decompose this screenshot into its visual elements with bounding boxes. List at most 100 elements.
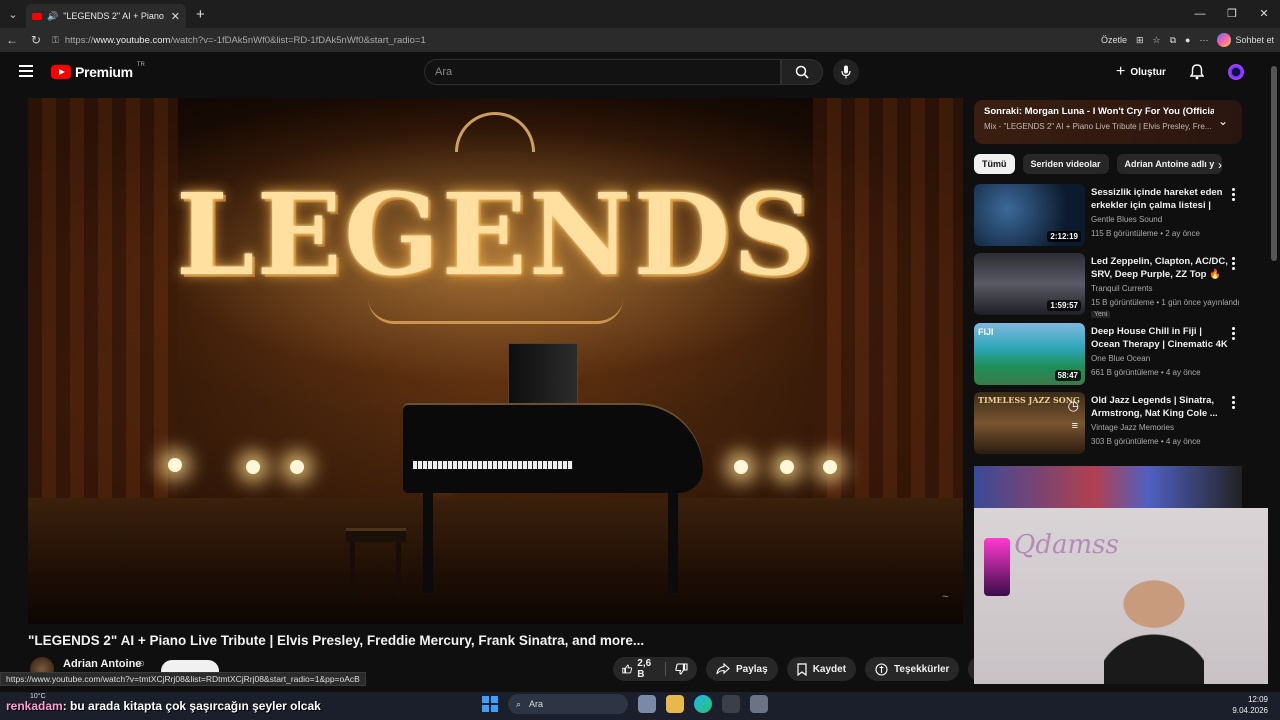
more-options-icon[interactable]	[1232, 396, 1236, 411]
settings-icon[interactable]	[750, 695, 768, 713]
video-thumbnail[interactable]: TIMELESS JAZZ SONG ◷ ≡	[974, 392, 1085, 454]
youtube-favicon-icon	[32, 12, 42, 20]
chip-series[interactable]: Seriden videolar	[1022, 154, 1109, 174]
recommendation-channel[interactable]: One Blue Ocean	[1091, 354, 1150, 363]
page-scrollbar[interactable]	[1268, 52, 1280, 684]
neon-sign: Qdamss	[1014, 530, 1119, 560]
address-bar[interactable]: ⚿ https://www.youtube.com/watch?v=-1fDAk…	[52, 31, 1032, 49]
create-button[interactable]: + Oluştur	[1116, 60, 1166, 84]
close-window-icon[interactable]: ✕	[1248, 0, 1280, 28]
favorite-star-icon[interactable]: ☆	[1153, 35, 1161, 46]
piano-leg	[668, 493, 678, 593]
speaker-icon[interactable]: 🔊	[47, 11, 58, 22]
country-code: TR	[136, 62, 145, 68]
video-thumbnail[interactable]: 1:59:57	[974, 253, 1085, 315]
scrollbar-thumb[interactable]	[1271, 66, 1277, 261]
notifications-bell-icon[interactable]	[1190, 64, 1204, 80]
taskbar-clock[interactable]: 12:09 9.04.2026	[1232, 694, 1268, 716]
close-tab-icon[interactable]: ✕	[171, 10, 180, 23]
search-button[interactable]	[781, 59, 823, 85]
site-info-icon[interactable]: ⚿	[52, 35, 59, 46]
dislike-button[interactable]	[666, 663, 697, 675]
edge-browser-icon[interactable]	[694, 695, 712, 713]
chevron-right-icon[interactable]: ›	[1218, 158, 1222, 172]
more-options-icon[interactable]	[1232, 327, 1236, 342]
more-menu-icon[interactable]: ···	[1199, 35, 1208, 45]
recommendation-title[interactable]: Deep House Chill in Fiji | Ocean Therapy…	[1091, 325, 1229, 351]
refresh-icon[interactable]: ↻	[24, 33, 48, 47]
video-duration: 1:59:57	[1047, 300, 1081, 311]
recommendation-channel[interactable]: Vintage Jazz Memories	[1091, 423, 1174, 432]
watch-later-icon[interactable]: ◷	[1068, 398, 1079, 414]
super-thanks-icon	[875, 662, 888, 676]
menu-icon[interactable]	[19, 65, 33, 77]
taskbar-search[interactable]: ⌕ Ara	[508, 694, 628, 714]
stage-light	[734, 460, 748, 474]
thanks-button[interactable]: Teşekkürler	[865, 657, 960, 681]
add-to-queue-icon[interactable]: ≡	[1072, 420, 1078, 432]
video-thumbnail[interactable]: 2:12:19	[974, 184, 1085, 246]
thumbnail-text: FIJI	[978, 327, 994, 337]
new-tab-button[interactable]: +	[196, 6, 205, 23]
thumbs-down-icon	[675, 663, 688, 675]
recommendation-item[interactable]: FIJI 58:47 Deep House Chill in Fiji | Oc…	[974, 323, 1242, 387]
recommendation-channel[interactable]: Gentle Blues Sound	[1091, 215, 1162, 224]
account-avatar[interactable]	[1228, 64, 1244, 80]
chip-channel[interactable]: Adrian Antoine adlı y	[1116, 154, 1223, 174]
task-view-icon[interactable]	[638, 695, 656, 713]
stage-light	[290, 460, 304, 474]
copilot-chat-button[interactable]: Sohbet et	[1217, 33, 1274, 47]
tab-title: "LEGENDS 2" AI + Piano Live	[63, 11, 166, 21]
bench-leg	[350, 542, 355, 597]
recommendation-meta: 661 B görüntüleme • 4 ay önce	[1091, 368, 1201, 377]
address-bar-row: ← ↻ ⚿ https://www.youtube.com/watch?v=-1…	[0, 28, 1280, 52]
recommendation-meta: 15 B görüntüleme • 1 gün önce yayınlandı	[1091, 298, 1240, 307]
recommendation-title[interactable]: Old Jazz Legends | Sinatra, Armstrong, N…	[1091, 394, 1229, 420]
recommendation-title[interactable]: Led Zeppelin, Clapton, AC/DC, SRV, Deep …	[1091, 255, 1229, 281]
recommendation-item[interactable]: TIMELESS JAZZ SONG ◷ ≡ Old Jazz Legends …	[974, 392, 1242, 456]
recommendation-title[interactable]: Sessizlik içinde hareket eden erkekler i…	[1091, 186, 1229, 212]
voice-search-button[interactable]	[833, 59, 859, 85]
stream-chat-message: renkadam: bu arada kitapta çok şaşırcağı…	[6, 699, 321, 713]
app-icon[interactable]	[722, 695, 740, 713]
minimize-icon[interactable]: —	[1184, 0, 1216, 28]
share-button[interactable]: Paylaş	[705, 657, 778, 681]
video-player[interactable]: LEGENDS ~	[28, 98, 963, 624]
chat-text: : bu arada kitapta çok şaşırcağın şeyler…	[62, 699, 321, 713]
back-icon[interactable]: ←	[0, 33, 24, 47]
video-thumbnail[interactable]: FIJI 58:47	[974, 323, 1085, 385]
tab-actions-menu-icon[interactable]: ⌄	[0, 0, 26, 28]
chevron-down-icon[interactable]: ⌄	[1218, 114, 1228, 128]
extensions-icon[interactable]: ⊞	[1136, 35, 1144, 46]
more-options-icon[interactable]	[1232, 188, 1236, 203]
more-options-icon[interactable]	[1232, 257, 1236, 272]
stage-light	[780, 460, 794, 474]
collections-icon[interactable]: ⧉	[1170, 35, 1176, 46]
browser-tab-active[interactable]: 🔊 "LEGENDS 2" AI + Piano Live ✕	[26, 4, 186, 28]
like-dislike-group: 2,6 B	[613, 657, 697, 681]
save-button[interactable]: Kaydet	[786, 657, 857, 681]
share-icon	[716, 663, 730, 675]
artist-signature: ~	[941, 592, 949, 602]
recommendation-item[interactable]: 2:12:19 Sessizlik içinde hareket eden er…	[974, 184, 1242, 248]
logo-text: Premium	[75, 64, 133, 80]
like-button[interactable]: 2,6 B	[613, 658, 665, 680]
channel-name[interactable]: Adrian Antoine	[63, 658, 141, 670]
bookmark-icon	[797, 662, 807, 676]
summarize-button[interactable]: Özetle	[1101, 35, 1127, 45]
partial-thumbnail[interactable]	[974, 466, 1242, 508]
recommendation-item[interactable]: 1:59:57 Led Zeppelin, Clapton, AC/DC, SR…	[974, 253, 1242, 318]
file-explorer-icon[interactable]	[666, 695, 684, 713]
url-text: https://www.youtube.com/watch?v=-1fDAk5n…	[64, 34, 426, 46]
restore-icon[interactable]: ❐	[1216, 0, 1248, 28]
stage-light	[168, 458, 182, 472]
search-input[interactable]	[425, 60, 780, 84]
chip-all[interactable]: Tümü	[974, 154, 1015, 174]
thanks-label: Teşekkürler	[894, 663, 950, 675]
taskbar-search-label: Ara	[529, 699, 544, 709]
profile-icon[interactable]: ●	[1185, 35, 1190, 45]
windows-start-icon[interactable]	[482, 696, 498, 712]
mix-playlist-header[interactable]: Sonraki: Morgan Luna - I Won't Cry For Y…	[974, 100, 1242, 144]
recommendation-channel[interactable]: Tranquil Currents	[1091, 284, 1153, 293]
youtube-premium-logo[interactable]: Premium TR	[51, 62, 145, 80]
